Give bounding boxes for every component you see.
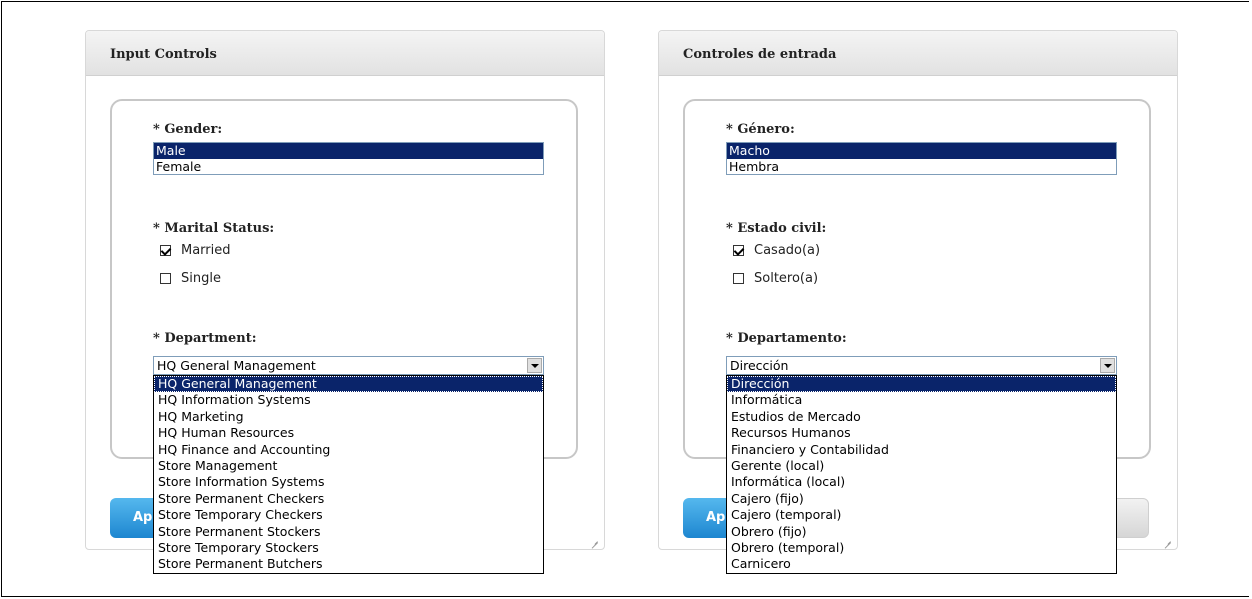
gender-listbox[interactable]: Macho Hembra	[726, 142, 1117, 175]
department-option[interactable]: Store Permanent Checkers	[154, 491, 543, 507]
department-option[interactable]: Store Management	[154, 458, 543, 474]
department-option[interactable]: Recursos Humanos	[727, 425, 1116, 441]
checkbox-married-label: Married	[181, 243, 231, 258]
department-option[interactable]: Estudios de Mercado	[727, 409, 1116, 425]
department-label: * Department:	[153, 331, 257, 346]
department-option[interactable]: Carnicero	[727, 556, 1116, 572]
panel-title: Input Controls	[110, 47, 217, 62]
input-controls-panel-spanish: Controles de entrada * Género: Macho Hem…	[658, 30, 1178, 574]
department-option[interactable]: Store Permanent Butchers	[154, 556, 543, 572]
checkbox-checked-icon[interactable]	[733, 245, 744, 256]
department-option[interactable]: HQ Finance and Accounting	[154, 442, 543, 458]
department-option[interactable]: Informática (local)	[727, 474, 1116, 490]
department-option[interactable]: Cajero (temporal)	[727, 507, 1116, 523]
department-option[interactable]: Gerente (local)	[727, 458, 1116, 474]
checkbox-single[interactable]: Single	[160, 271, 221, 286]
resize-grip-icon[interactable]	[1161, 533, 1171, 543]
chevron-down-icon[interactable]	[1100, 358, 1115, 373]
resize-grip-icon[interactable]	[588, 533, 598, 543]
checkbox-checked-icon[interactable]	[160, 245, 171, 256]
gender-label: * Gender:	[153, 122, 223, 137]
department-option[interactable]: HQ Information Systems	[154, 392, 543, 408]
department-option[interactable]: Obrero (fijo)	[727, 524, 1116, 540]
panel-title: Controles de entrada	[683, 47, 837, 62]
department-option[interactable]: Cajero (fijo)	[727, 491, 1116, 507]
department-option[interactable]: Informática	[727, 392, 1116, 408]
department-option[interactable]: HQ Marketing	[154, 409, 543, 425]
department-label: * Departamento:	[726, 331, 847, 346]
department-dropdown-list[interactable]: HQ General Management HQ Information Syst…	[153, 375, 544, 574]
department-option[interactable]: Store Temporary Checkers	[154, 507, 543, 523]
checkbox-casado-label: Casado(a)	[754, 243, 821, 258]
department-option[interactable]: Obrero (temporal)	[727, 540, 1116, 556]
checkbox-casado[interactable]: Casado(a)	[733, 243, 820, 258]
marital-status-label: * Estado civil:	[726, 221, 827, 236]
checkbox-single-label: Single	[181, 271, 221, 286]
checkbox-unchecked-icon[interactable]	[733, 273, 744, 284]
gender-listbox[interactable]: Male Female	[153, 142, 544, 175]
checkbox-soltero-label: Soltero(a)	[754, 271, 819, 286]
department-option[interactable]: Store Permanent Stockers	[154, 524, 543, 540]
input-controls-panel-english: Input Controls * Gender: Male Female * M…	[85, 30, 605, 574]
checkbox-soltero[interactable]: Soltero(a)	[733, 271, 818, 286]
gender-option-hembra[interactable]: Hembra	[727, 159, 1116, 175]
chevron-down-icon[interactable]	[527, 358, 542, 373]
checkbox-unchecked-icon[interactable]	[160, 273, 171, 284]
department-option[interactable]: Dirección	[727, 376, 1116, 393]
department-select[interactable]: Dirección	[726, 356, 1117, 375]
gender-option-female[interactable]: Female	[154, 159, 543, 175]
department-option[interactable]: HQ Human Resources	[154, 425, 543, 441]
department-option[interactable]: Store Information Systems	[154, 474, 543, 490]
department-option[interactable]: HQ General Management	[154, 376, 543, 393]
gender-option-macho[interactable]: Macho	[727, 143, 1116, 159]
department-option[interactable]: Financiero y Contabilidad	[727, 442, 1116, 458]
gender-label: * Género:	[726, 122, 795, 137]
department-selected-value: Dirección	[730, 358, 789, 373]
department-select[interactable]: HQ General Management	[153, 356, 544, 375]
department-selected-value: HQ General Management	[157, 358, 316, 373]
checkbox-married[interactable]: Married	[160, 243, 231, 258]
marital-status-label: * Marital Status:	[153, 221, 275, 236]
department-option[interactable]: Store Temporary Stockers	[154, 540, 543, 556]
department-dropdown-list[interactable]: Dirección Informática Estudios de Mercado R…	[726, 375, 1117, 574]
gender-option-male[interactable]: Male	[154, 143, 543, 159]
